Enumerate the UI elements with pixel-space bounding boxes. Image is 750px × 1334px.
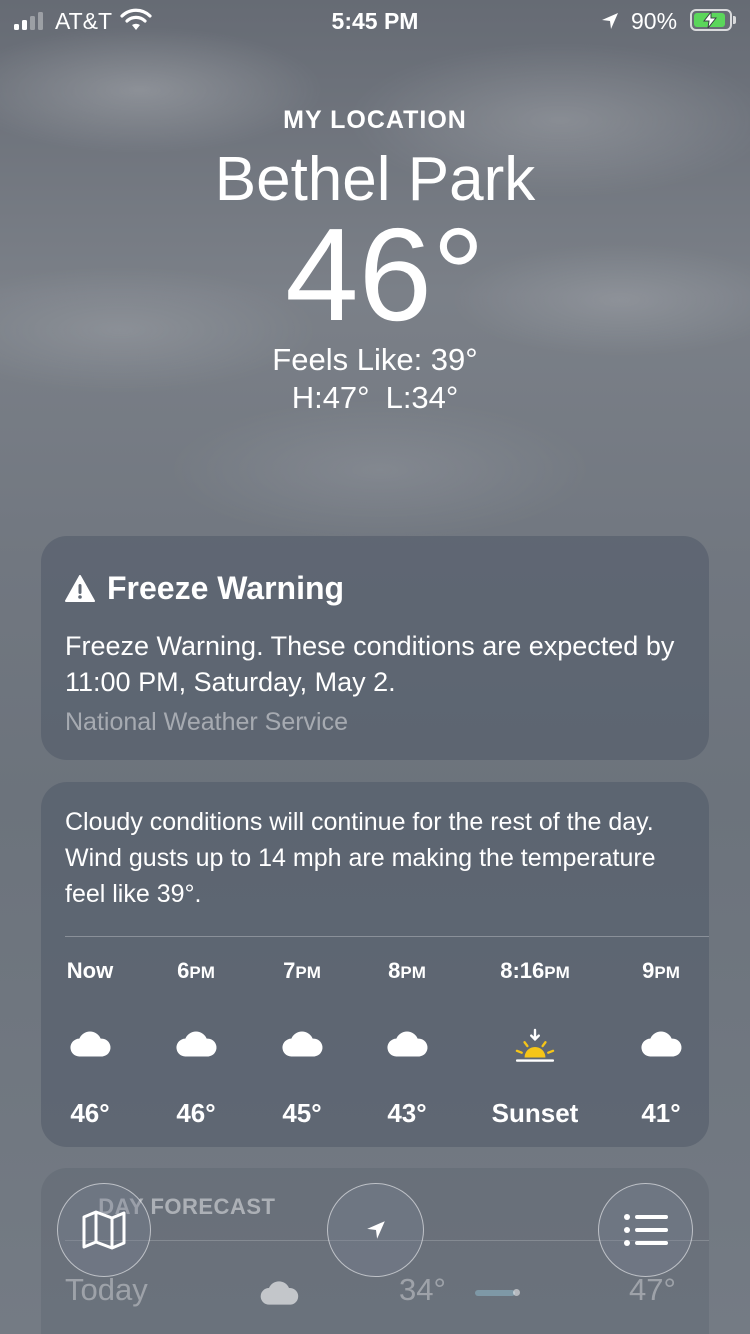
- warning-triangle-icon: [65, 574, 95, 602]
- divider: [65, 936, 709, 937]
- hourly-item: 7PM 45°: [242, 958, 362, 1129]
- hourly-temperature: 45°: [282, 1098, 322, 1128]
- alert-title: Freeze Warning: [107, 570, 345, 606]
- daily-low: 34°: [399, 1272, 446, 1307]
- alert-source: National Weather Service: [65, 708, 349, 736]
- low-temperature: L:34°: [385, 380, 459, 415]
- hourly-item: 6PM 46°: [136, 958, 256, 1129]
- cloud-icon: [260, 1281, 299, 1305]
- battery-percentage: 90%: [631, 8, 678, 34]
- map-button[interactable]: [57, 1183, 151, 1277]
- hourly-item: Now 46°: [30, 958, 150, 1129]
- hourly-item: 8:16PM Sunset: [475, 958, 595, 1129]
- cloud-icon: [637, 1028, 685, 1068]
- daily-row[interactable]: Today 34° 47°: [65, 1272, 685, 1316]
- hourly-temperature: 43°: [387, 1098, 427, 1128]
- freeze-warning-card[interactable]: Freeze Warning Freeze Warning. These con…: [41, 536, 709, 760]
- alert-body: Freeze Warning. These conditions are exp…: [65, 631, 675, 697]
- list-icon: [623, 1214, 668, 1246]
- cloud-icon: [278, 1028, 326, 1068]
- location-arrow-icon: [366, 1221, 385, 1239]
- alert-title-row: Freeze Warning: [65, 570, 344, 607]
- map-icon: [82, 1210, 126, 1250]
- location-list-button[interactable]: [598, 1183, 693, 1277]
- cloud-icon: [172, 1028, 220, 1068]
- temperature-range-bar: [475, 1290, 515, 1296]
- hourly-time: 9PM: [642, 958, 680, 983]
- hourly-item: 8PM 43°: [347, 958, 467, 1129]
- cloud-icon: [383, 1028, 431, 1068]
- weather-summary: Cloudy conditions will continue for the …: [65, 808, 656, 908]
- high-temperature: H:47°: [291, 380, 370, 415]
- feels-like: Feels Like: 39°: [272, 342, 478, 377]
- battery-icon: [690, 9, 732, 31]
- current-temp-dot: [513, 1289, 520, 1296]
- sunset-icon: [511, 1028, 559, 1068]
- hourly-time: Now: [66, 958, 114, 983]
- hourly-time: 8:16PM: [500, 958, 570, 983]
- charging-bolt-icon: [703, 12, 717, 28]
- hourly-temperature: 46°: [176, 1098, 216, 1128]
- hourly-item: 9PM 41°: [601, 958, 721, 1129]
- daily-high: 47°: [629, 1272, 676, 1307]
- high-low: H:47° L:34°: [0, 380, 750, 416]
- cloud-icon: [66, 1028, 114, 1068]
- battery-cap: [733, 16, 736, 24]
- location-label: MY LOCATION: [283, 106, 467, 134]
- daily-day: Today: [65, 1272, 148, 1307]
- hourly-temperature: 41°: [641, 1098, 681, 1128]
- current-location-button[interactable]: [327, 1183, 424, 1277]
- current-temperature: 46°: [285, 201, 485, 348]
- location-services-icon: [602, 13, 618, 29]
- hourly-forecast-card: Cloudy conditions will continue for the …: [41, 782, 709, 1147]
- hourly-temperature: 46°: [70, 1098, 110, 1128]
- status-bar: AT&T 5:45 PM 90%: [0, 0, 750, 40]
- hourly-temperature: Sunset: [491, 1098, 579, 1128]
- hourly-time: 6PM: [177, 958, 215, 983]
- hourly-time: 8PM: [388, 958, 426, 983]
- hourly-time: 7PM: [283, 958, 321, 983]
